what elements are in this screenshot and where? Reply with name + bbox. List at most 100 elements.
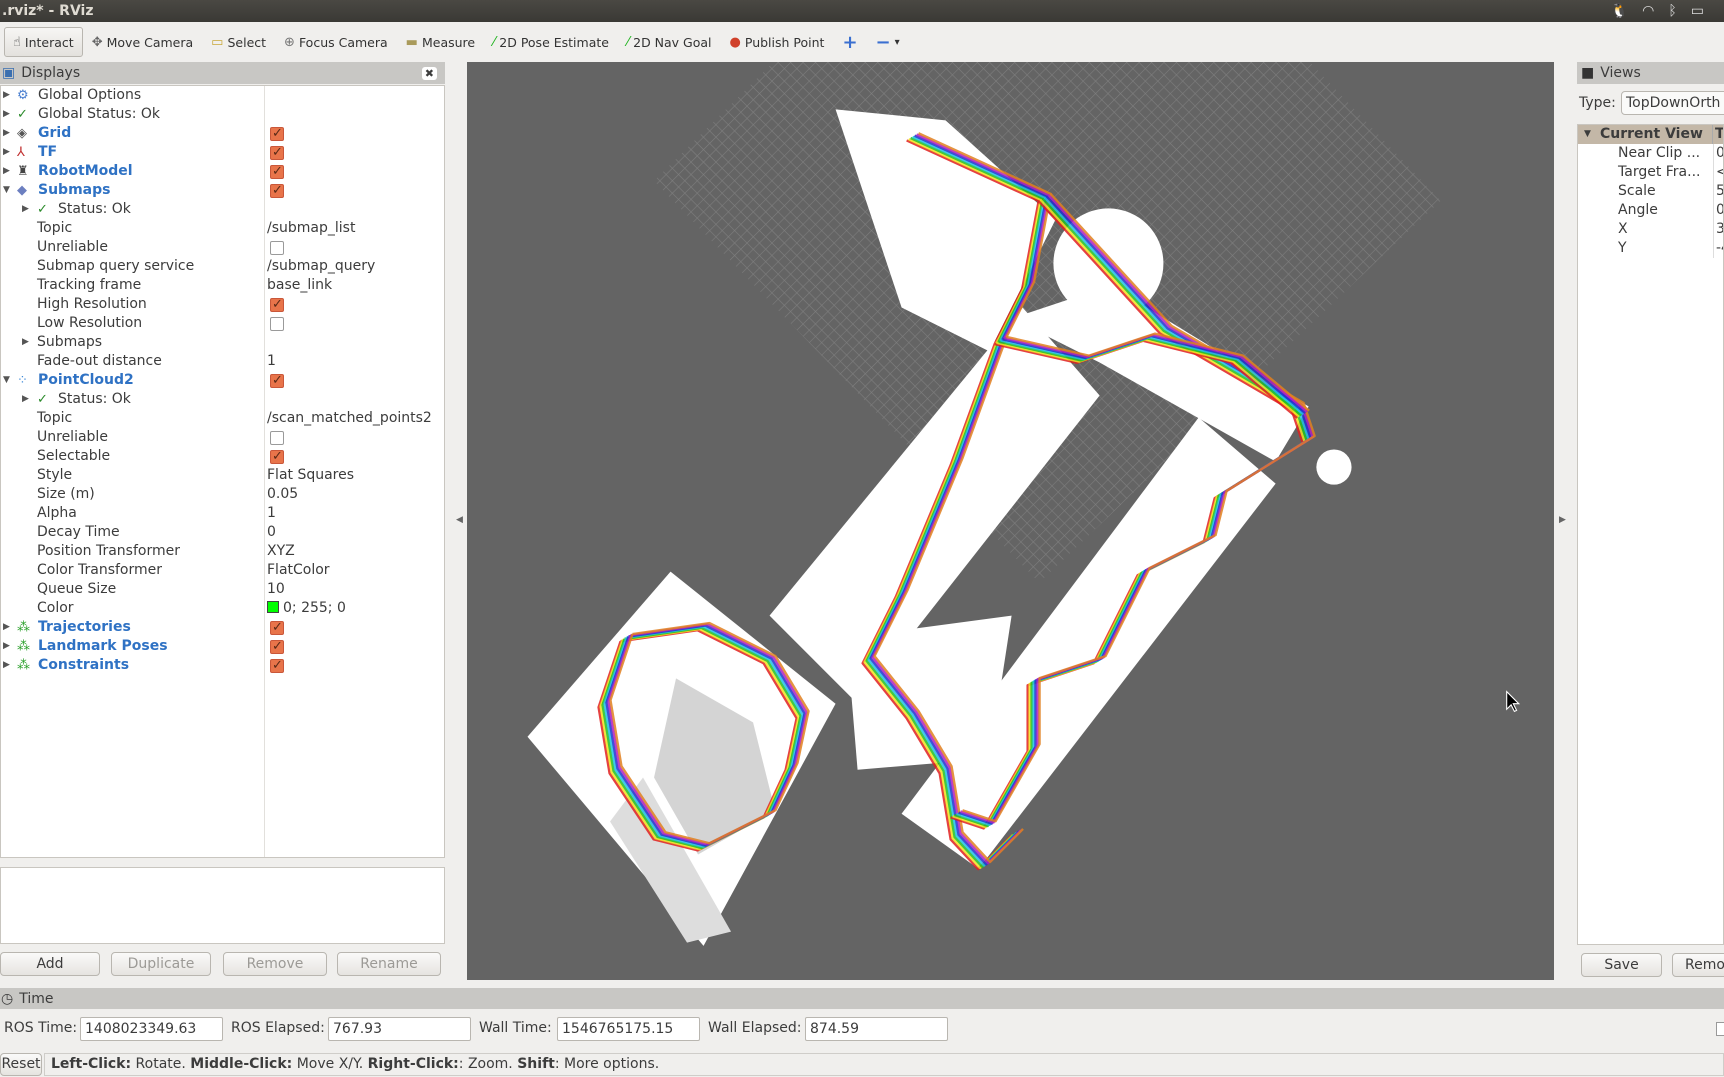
row-value[interactable]: 0.05	[267, 485, 298, 504]
view-property-row[interactable]: Y -4	[1578, 239, 1723, 258]
remove-tool-button[interactable]: − ▾	[867, 27, 909, 57]
rename-button[interactable]: Rename	[337, 952, 441, 976]
display-item-constraints[interactable]: ▶ ⁂ Constraints	[1, 656, 444, 675]
view-property-row[interactable]: Scale 5.	[1578, 182, 1723, 201]
view-property-value[interactable]: 3	[1713, 220, 1723, 239]
display-item-tf[interactable]: ▶ ⅄ TF	[1, 143, 444, 162]
property-row[interactable]: Unreliable	[1, 428, 444, 447]
tool-interact[interactable]: ☝ Interact	[4, 27, 83, 57]
view-type-select[interactable]: TopDownOrth	[1621, 91, 1724, 115]
property-row[interactable]: Size (m) 0.05	[1, 485, 444, 504]
checkbox-checked[interactable]	[270, 124, 284, 143]
tool-publish-point[interactable]: ● Publish Point	[721, 27, 834, 57]
tool-2d-nav-goal[interactable]: ⁄ 2D Nav Goal	[618, 27, 721, 57]
tux-icon[interactable]: 🐧	[1611, 3, 1628, 19]
property-row[interactable]: Submap query service/submap_query	[1, 257, 444, 276]
view-property-value[interactable]: -4	[1713, 239, 1723, 258]
checkbox-checked[interactable]	[270, 181, 284, 200]
views-tree[interactable]: ▼ Current View T Near Clip ...0.Target F…	[1577, 124, 1724, 945]
checkbox-unchecked[interactable]	[270, 241, 284, 255]
display-item-submaps[interactable]: ▼ ◆ Submaps	[1, 181, 444, 200]
checkbox-checked[interactable]	[270, 618, 284, 637]
row-value[interactable]: /submap_list	[267, 219, 355, 238]
wifi-icon[interactable]: ◠	[1642, 3, 1654, 19]
duplicate-button[interactable]: Duplicate	[111, 952, 211, 976]
expand-down-icon[interactable]: ▼	[3, 181, 10, 200]
property-row[interactable]: ▶ ✓ Status: Ok	[1, 200, 444, 219]
property-row[interactable]: Tracking frame base_link	[1, 276, 444, 295]
ros-elapsed-field[interactable]: 767.93	[328, 1017, 471, 1041]
property-row[interactable]: ▶ ✓ Status: Ok	[1, 390, 444, 409]
wall-elapsed-field[interactable]: 874.59	[805, 1017, 948, 1041]
checkbox-checked[interactable]	[270, 162, 284, 181]
chevron-down-icon[interactable]: ▾	[895, 37, 900, 48]
property-row[interactable]: High Resolution	[1, 295, 444, 314]
row-value[interactable]: 1	[267, 352, 276, 371]
wall-time-field[interactable]: 1546765175.15	[557, 1017, 700, 1041]
row-value[interactable]: Flat Squares	[267, 466, 354, 485]
checkbox-checked[interactable]	[270, 637, 284, 656]
expand-down-icon[interactable]: ▼	[1584, 125, 1591, 144]
experimental-checkbox[interactable]	[1716, 1022, 1724, 1036]
property-row[interactable]: Topic/scan_matched_points2	[1, 409, 444, 428]
checkbox-checked[interactable]	[270, 371, 284, 390]
expand-right-icon[interactable]: ▶	[22, 390, 29, 409]
checkbox-unchecked[interactable]	[270, 317, 284, 331]
battery-icon[interactable]: ▭	[1691, 3, 1704, 19]
property-row[interactable]: Low Resolution	[1, 314, 444, 333]
color-swatch[interactable]	[267, 601, 279, 613]
collapse-right-handle[interactable]: ▶	[1559, 515, 1566, 525]
expand-down-icon[interactable]: ▼	[3, 371, 10, 390]
property-row[interactable]: Color 0; 255; 0	[1, 599, 444, 618]
view-property-row[interactable]: Target Fra... <	[1578, 163, 1723, 182]
row-value[interactable]: 0; 255; 0	[267, 599, 346, 618]
view-property-value[interactable]: 5.	[1713, 182, 1723, 201]
row-value[interactable]: /submap_query	[267, 257, 375, 276]
row-value[interactable]: 1	[267, 504, 276, 523]
display-item-robotmodel[interactable]: ▶ ♜ RobotModel	[1, 162, 444, 181]
expand-right-icon[interactable]: ▶	[22, 333, 29, 352]
checkbox-checked[interactable]	[270, 143, 284, 162]
view-property-value[interactable]: <	[1713, 163, 1723, 182]
remove-button[interactable]: Remove	[223, 952, 327, 976]
expand-right-icon[interactable]: ▶	[3, 86, 10, 105]
tool-measure[interactable]: ▬ Measure	[397, 27, 484, 57]
expand-right-icon[interactable]: ▶	[3, 162, 10, 181]
checkbox-checked[interactable]	[270, 447, 284, 466]
property-row[interactable]: Selectable	[1, 447, 444, 466]
row-value[interactable]: XYZ	[267, 542, 295, 561]
expand-right-icon[interactable]: ▶	[3, 143, 10, 162]
tool-select[interactable]: ▭ Select	[202, 27, 275, 57]
view-property-value[interactable]: 0.	[1713, 144, 1723, 163]
tool-focus-camera[interactable]: ⊕ Focus Camera	[275, 27, 397, 57]
add-button[interactable]: Add	[0, 952, 100, 976]
expand-right-icon[interactable]: ▶	[3, 618, 10, 637]
expand-right-icon[interactable]: ▶	[3, 656, 10, 675]
property-row[interactable]: Unreliable	[1, 238, 444, 257]
expand-right-icon[interactable]: ▶	[3, 124, 10, 143]
property-row[interactable]: Alpha 1	[1, 504, 444, 523]
expand-right-icon[interactable]: ▶	[22, 200, 29, 219]
row-value[interactable]: base_link	[267, 276, 332, 295]
display-item-trajectories[interactable]: ▶ ⁂ Trajectories	[1, 618, 444, 637]
display-item-pointcloud2[interactable]: ▼ ⁘ PointCloud2	[1, 371, 444, 390]
display-item-landmark-poses[interactable]: ▶ ⁂ Landmark Poses	[1, 637, 444, 656]
tool-2d-pose-estimate[interactable]: ⁄ 2D Pose Estimate	[484, 27, 618, 57]
view-property-row[interactable]: Near Clip ... 0.	[1578, 144, 1723, 163]
checkbox-checked[interactable]	[270, 295, 284, 314]
add-tool-button[interactable]: +	[833, 27, 866, 57]
current-view-row[interactable]: ▼ Current View T	[1578, 125, 1723, 144]
expand-right-icon[interactable]: ▶	[3, 637, 10, 656]
view-property-row[interactable]: X3	[1578, 220, 1723, 239]
property-row[interactable]: Decay Time 0	[1, 523, 444, 542]
property-row[interactable]: ▶ Submaps	[1, 333, 444, 352]
expand-right-icon[interactable]: ▶	[3, 105, 10, 124]
bluetooth-icon[interactable]: ᛒ	[1668, 3, 1676, 19]
view-property-value[interactable]: 0.	[1713, 201, 1723, 220]
property-row[interactable]: ▶ ✓ Global Status: Ok	[1, 105, 444, 124]
reset-button[interactable]: Reset	[0, 1053, 42, 1076]
property-row[interactable]: Style Flat Squares	[1, 466, 444, 485]
close-panel-icon[interactable]: ✖	[421, 66, 437, 80]
row-value[interactable]: /scan_matched_points2	[267, 409, 432, 428]
save-view-button[interactable]: Save	[1581, 953, 1662, 977]
